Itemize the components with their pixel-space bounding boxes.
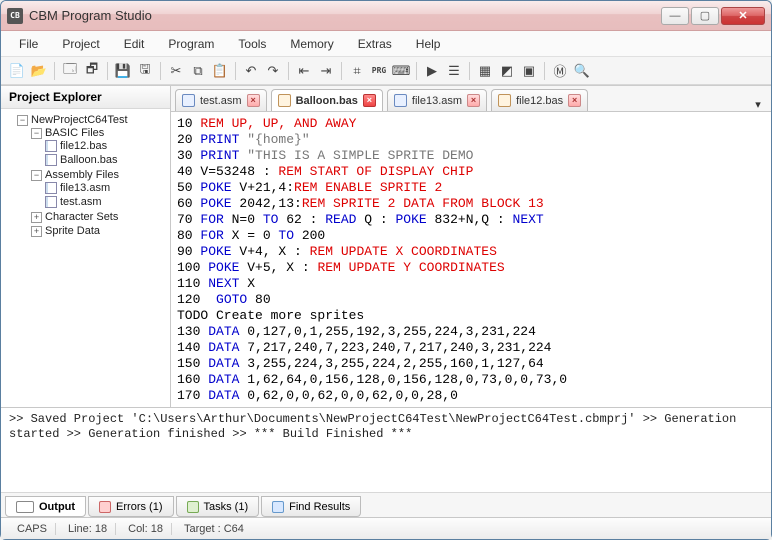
app-icon: CB (7, 8, 23, 24)
menu-edit[interactable]: Edit (114, 34, 155, 54)
tree-item[interactable]: Balloon.bas (45, 153, 168, 167)
close-tab-icon[interactable]: × (363, 94, 376, 107)
redo-icon[interactable]: ↷ (263, 61, 283, 81)
bottom-tab-find[interactable]: Find Results (261, 496, 361, 517)
title-bar[interactable]: CB CBM Program Studio — ▢ ✕ (1, 1, 771, 31)
app-window: CB CBM Program Studio — ▢ ✕ FileProjectE… (0, 0, 772, 540)
tree-item[interactable]: test.asm (45, 195, 168, 209)
toolbar: 📄 📂 🗔 🗗 💾 🖫 ✂ ⧉ 📋 ↶ ↷ ⇤ ⇥ ⌗ PRG ⌨ ▶ ☰ ▦ … (1, 57, 771, 85)
project-explorer-panel: Project Explorer −NewProjectC64Test−BASI… (1, 86, 171, 407)
menu-memory[interactable]: Memory (280, 34, 343, 54)
menu-tools[interactable]: Tools (228, 34, 276, 54)
menu-file[interactable]: File (9, 34, 48, 54)
file-icon (182, 94, 195, 107)
tab-label: test.asm (200, 95, 242, 107)
memory-icon[interactable]: Ⓜ (550, 61, 570, 81)
file-icon (278, 94, 291, 107)
bottom-tab-bar: Output Errors (1) Tasks (1) Find Results (1, 493, 771, 517)
tree-item[interactable]: file13.asm (45, 181, 168, 195)
status-caps: CAPS (9, 523, 56, 535)
close-button[interactable]: ✕ (721, 7, 765, 25)
indent-icon[interactable]: ⇥ (316, 61, 336, 81)
editor-tab-bar: test.asm×Balloon.bas×file13.asm×file12.b… (171, 86, 771, 112)
status-col: Col: 18 (120, 523, 172, 535)
minimize-button[interactable]: — (661, 7, 689, 25)
bottom-tab-label: Errors (1) (116, 501, 162, 513)
file-icon (394, 94, 407, 107)
new-file-icon[interactable]: 📄 (7, 61, 27, 81)
code-editor[interactable]: 10 REM UP, UP, AND AWAY 20 PRINT "{home}… (171, 112, 771, 407)
menu-help[interactable]: Help (406, 34, 451, 54)
task-icon (187, 501, 199, 513)
project-explorer-title: Project Explorer (1, 86, 170, 109)
out-icon (16, 501, 34, 513)
sprite-icon[interactable]: ◩ (497, 61, 517, 81)
menu-project[interactable]: Project (52, 34, 109, 54)
tab-label: file12.bas (516, 95, 563, 107)
err-icon (99, 501, 111, 513)
save-icon[interactable]: 💾 (113, 61, 133, 81)
build-prg-icon[interactable]: PRG (369, 61, 389, 81)
menu-extras[interactable]: Extras (348, 34, 402, 54)
copy-icon[interactable]: ⧉ (188, 61, 208, 81)
keyboard-icon[interactable]: ⌨ (391, 61, 411, 81)
comment-icon[interactable]: ⌗ (347, 61, 367, 81)
tab-label: Balloon.bas (296, 95, 358, 107)
window-title: CBM Program Studio (29, 8, 661, 23)
screen-icon[interactable]: ▣ (519, 61, 539, 81)
outdent-icon[interactable]: ⇤ (294, 61, 314, 81)
project-tree[interactable]: −NewProjectC64Test−BASIC Filesfile12.bas… (1, 109, 170, 407)
tab-test-asm[interactable]: test.asm × (175, 89, 267, 111)
close-tab-icon[interactable]: × (467, 94, 480, 107)
output-panel[interactable]: >> Saved Project 'C:\Users\Arthur\Docume… (1, 408, 771, 493)
cut-icon[interactable]: ✂ (166, 61, 186, 81)
find-icon[interactable]: 🔍 (572, 61, 592, 81)
bottom-tab-label: Find Results (289, 501, 350, 513)
status-target: Target : C64 (176, 523, 244, 535)
grid-icon[interactable]: ▦ (475, 61, 495, 81)
bottom-tab-out[interactable]: Output (5, 496, 86, 517)
tab-overflow-icon[interactable]: ▾ (749, 98, 767, 111)
menu-program[interactable]: Program (158, 34, 224, 54)
tab-label: file13.asm (412, 95, 462, 107)
tree-item[interactable]: file12.bas (45, 139, 168, 153)
save-all-icon[interactable]: 🖫 (135, 61, 155, 81)
paste-icon[interactable]: 📋 (210, 61, 230, 81)
tab-balloon-bas[interactable]: Balloon.bas × (271, 89, 383, 111)
bottom-tab-err[interactable]: Errors (1) (88, 496, 173, 517)
find-icon (272, 501, 284, 513)
bottom-tab-label: Output (39, 501, 75, 513)
tab-file13-asm[interactable]: file13.asm × (387, 89, 487, 111)
window-list-icon[interactable]: 🗗 (82, 61, 102, 81)
close-tab-icon[interactable]: × (247, 94, 260, 107)
new-window-icon[interactable]: 🗔 (60, 61, 80, 81)
bottom-tab-task[interactable]: Tasks (1) (176, 496, 260, 517)
run-icon[interactable]: ▶ (422, 61, 442, 81)
close-tab-icon[interactable]: × (568, 94, 581, 107)
status-bar: CAPS Line: 18 Col: 18 Target : C64 (1, 517, 771, 539)
file-icon (498, 94, 511, 107)
bottom-tab-label: Tasks (1) (204, 501, 249, 513)
tab-file12-bas[interactable]: file12.bas × (491, 89, 588, 111)
menu-bar: FileProjectEditProgramToolsMemoryExtrasH… (1, 31, 771, 57)
status-line: Line: 18 (60, 523, 116, 535)
open-folder-icon[interactable]: 📂 (29, 61, 49, 81)
undo-icon[interactable]: ↶ (241, 61, 261, 81)
maximize-button[interactable]: ▢ (691, 7, 719, 25)
list-icon[interactable]: ☰ (444, 61, 464, 81)
